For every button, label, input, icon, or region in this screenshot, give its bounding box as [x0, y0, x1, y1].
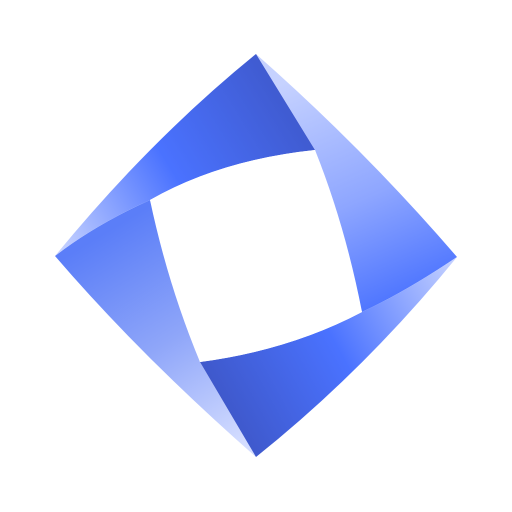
logo-canvas [0, 0, 512, 512]
ribbon-logo-icon [55, 54, 457, 457]
